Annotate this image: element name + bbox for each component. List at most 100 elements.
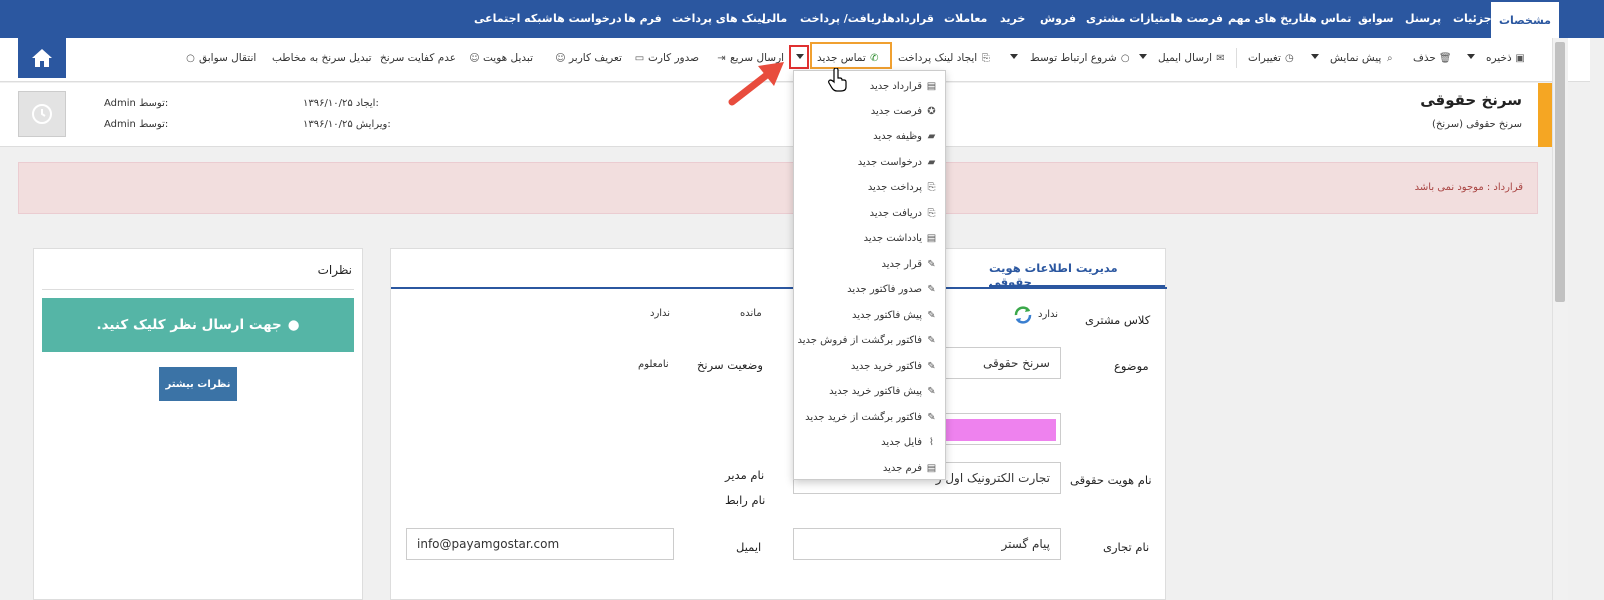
paperclip-icon: ⌇ — [929, 436, 934, 448]
comments-divider — [42, 289, 354, 290]
convert-to-contact-button[interactable]: تبدیل سرنخ به مخاطب — [272, 50, 372, 66]
change-identity-button[interactable]: ☺ تبدیل هویت — [469, 50, 533, 66]
lead-status-label: وضعیت سرنخ — [697, 358, 763, 372]
payment-icon: ⎘ — [927, 207, 936, 219]
manager-name-label: نام مدیر — [725, 468, 765, 482]
briefcase-icon: ▰ — [927, 130, 936, 142]
envelope-icon: ✉ — [1216, 52, 1225, 64]
customer-class-value: ندارد — [1038, 309, 1059, 320]
start-contact-dropdown-toggle[interactable] — [1010, 54, 1018, 59]
tab-contracts[interactable]: قراردادها — [883, 0, 934, 38]
card-icon: ▭ — [634, 52, 645, 64]
menu-item-new-contract[interactable]: قرارداد جدید ▤ — [870, 77, 937, 95]
send-email-button[interactable]: ارسال ایمیل ✉ — [1158, 50, 1226, 66]
hand-cursor-icon — [828, 68, 847, 92]
page-subtitle: سرنخ حقوقی (سرنخ) — [1432, 119, 1522, 130]
send-icon: ⇥ — [717, 52, 726, 64]
lead-disqualify-button[interactable]: عدم کفایت سرنخ — [380, 50, 456, 66]
tab-personnel[interactable]: پرسنل — [1405, 0, 1441, 38]
menu-item-new-appointment[interactable]: قرار جدید ✎ — [881, 255, 937, 273]
timeline-button[interactable] — [18, 91, 66, 137]
menu-item-new-request[interactable]: درخواست جدید ▰ — [858, 153, 937, 171]
tab-requests[interactable]: درخواست ها — [553, 0, 622, 38]
preview-button[interactable]: پیش نمایش ⌕ — [1330, 50, 1395, 66]
award-icon: ✪ — [927, 105, 936, 117]
menu-item-new-task[interactable]: وظیفه جدید ▰ — [873, 127, 937, 145]
menu-item-new-payment[interactable]: پرداخت جدید ⎘ — [868, 178, 937, 196]
preview-dropdown-toggle[interactable] — [1311, 54, 1319, 59]
tab-payment-links[interactable]: لینک های پرداخت — [672, 0, 766, 38]
menu-item-new-purchase-invoice[interactable]: فاکتور خرید جدید ✎ — [851, 357, 937, 375]
email-label: ایمیل — [736, 540, 762, 554]
clock-icon — [32, 104, 52, 124]
send-email-dropdown-toggle[interactable] — [1139, 54, 1147, 59]
liaison-name-label: نام رابط — [725, 493, 766, 507]
edit-document-icon: ✎ — [927, 334, 936, 346]
tab-forms[interactable]: فرم ها — [624, 0, 662, 38]
email-field[interactable] — [406, 528, 674, 560]
create-payment-link-button[interactable]: ایجاد لینک پرداخت ⎘ — [898, 50, 991, 66]
menu-item-new-purchase-return[interactable]: فاکتور برگشت از خرید جدید ✎ — [805, 408, 937, 426]
more-comments-button[interactable]: نظرات بیشتر — [159, 367, 237, 401]
page-scrollbar[interactable] — [1552, 38, 1568, 600]
top-navigation: مشخصات جزئیات پرسنل سوابق تماس ها تاریخ … — [0, 0, 1604, 38]
trash-icon: 🗑 — [1438, 52, 1452, 64]
save-button[interactable]: ذخیره ▣ — [1486, 50, 1526, 66]
briefcase-icon: ▰ — [927, 156, 936, 168]
tab-important-dates[interactable]: تاریخ های مهم — [1228, 0, 1307, 38]
created-date: ۱۳۹۶/۱۰/۲۵ ایجاد: — [303, 98, 379, 109]
lightbulb-icon: ○ — [186, 52, 195, 64]
tab-details[interactable]: جزئیات — [1453, 0, 1492, 38]
home-icon — [32, 49, 52, 67]
edit-document-icon: ✎ — [927, 309, 936, 321]
trade-name-field[interactable] — [793, 528, 1061, 560]
tab-transactions[interactable]: معاملات — [944, 0, 987, 38]
changes-button[interactable]: تغییرات ◷ — [1248, 50, 1295, 66]
issue-card-button[interactable]: ▭ صدور کارت — [634, 50, 699, 66]
tab-legal-identity[interactable]: مدیریت اطلاعات هویت حقوقی — [989, 249, 1165, 289]
menu-item-new-file[interactable]: فایل جدید ⌇ — [881, 433, 937, 451]
comments-panel: نظرات .جهت ارسال نظر کلیک کنید ● نظرات ب… — [33, 248, 363, 600]
menu-item-new-opportunity[interactable]: فرصت جدید ✪ — [871, 102, 937, 120]
home-button[interactable] — [18, 38, 66, 78]
edit-document-icon: ✎ — [927, 411, 936, 423]
refresh-icon[interactable] — [1012, 304, 1034, 326]
menu-item-new-invoice[interactable]: صدور فاکتور جدید ✎ — [847, 280, 937, 298]
tab-sales[interactable]: فروش — [1040, 0, 1076, 38]
define-user-button[interactable]: ☺ تعریف کاربر — [555, 50, 622, 66]
lead-status-value: نامعلوم — [638, 359, 669, 370]
menu-item-new-proforma[interactable]: پیش فاکتور جدید ✎ — [852, 306, 937, 324]
transfer-history-button[interactable]: ○ انتقال سوابق — [185, 50, 256, 66]
document-icon: ▤ — [926, 232, 937, 244]
tab-social-network[interactable]: شبکه اجتماعی — [474, 0, 553, 38]
floppy-disk-icon: ▣ — [1515, 52, 1525, 64]
status-accent-bar — [1538, 83, 1552, 147]
add-comment-button[interactable]: .جهت ارسال نظر کلیک کنید ● — [42, 298, 354, 352]
document-icon: ▤ — [926, 462, 937, 474]
save-dropdown-toggle[interactable] — [1467, 54, 1475, 59]
tab-opportunities[interactable]: فرصت ها — [1171, 0, 1223, 38]
tab-history[interactable]: سوابق — [1358, 0, 1394, 38]
tab-customer-points[interactable]: امتیازات مشتری — [1086, 0, 1174, 38]
start-contact-button[interactable]: شروع ارتباط توسط ○ — [1030, 50, 1131, 66]
delete-button[interactable]: حذف 🗑 — [1413, 50, 1452, 66]
speech-bubble-icon: ● — [287, 317, 300, 333]
tab-specifications[interactable]: مشخصات — [1491, 0, 1559, 38]
menu-item-new-sales-return[interactable]: فاکتور برگشت از فروش جدید ✎ — [797, 331, 937, 349]
menu-item-new-note[interactable]: یادداشت جدید ▤ — [864, 229, 937, 247]
edited-date: ۱۳۹۶/۱۰/۲۵ ویرایش: — [303, 119, 391, 130]
document-icon: ▤ — [926, 80, 937, 92]
contract-alert: قرارداد : موجود نمی باشد — [18, 162, 1538, 214]
edit-document-icon: ✎ — [927, 283, 936, 295]
balance-label: مانده — [740, 308, 762, 319]
menu-item-new-receipt[interactable]: دریافت جدید ⎘ — [870, 204, 937, 222]
tab-receive-pay[interactable]: دریافت/ پرداخت — [800, 0, 887, 38]
tab-purchase[interactable]: خرید — [1000, 0, 1025, 38]
tab-calls[interactable]: تماس ها — [1305, 0, 1351, 38]
magnifier-icon: ⌕ — [1387, 52, 1393, 64]
menu-item-new-form[interactable]: فرم جدید ▤ — [883, 459, 937, 477]
edit-document-icon: ✎ — [927, 385, 936, 397]
scrollbar-thumb[interactable] — [1555, 42, 1565, 302]
menu-item-new-purchase-proforma[interactable]: پیش فاکتور خرید جدید ✎ — [829, 382, 937, 400]
legal-name-label: نام هویت حقوقی — [1070, 473, 1152, 487]
